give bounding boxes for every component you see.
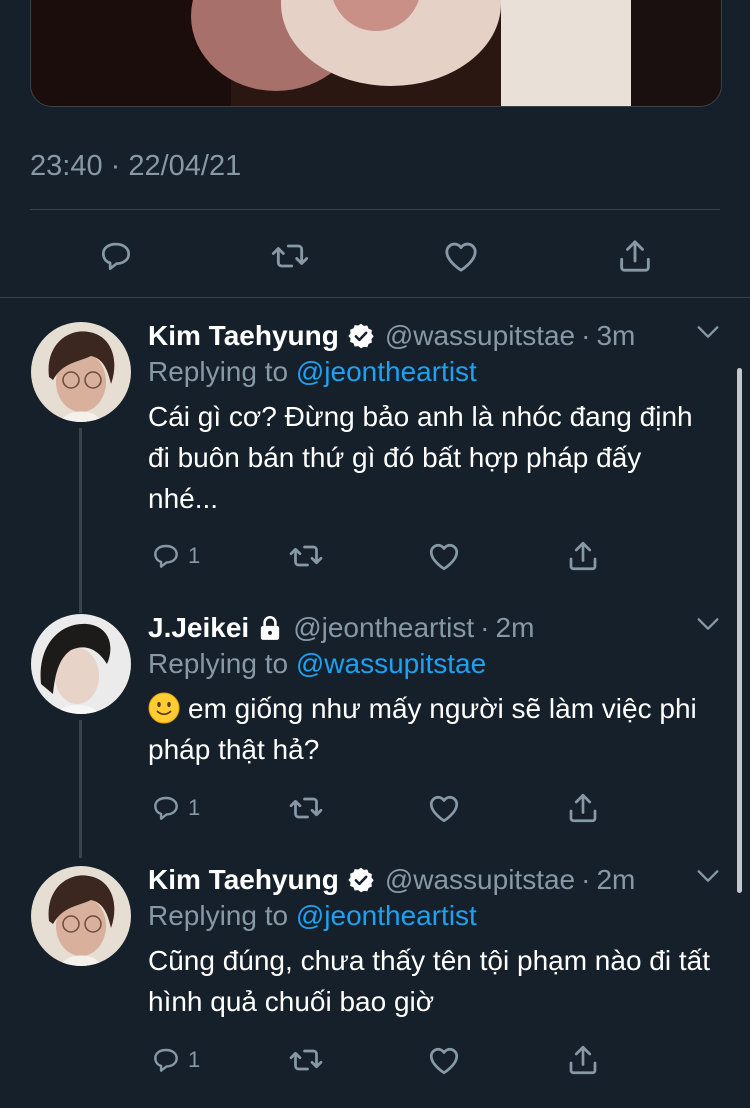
- reply-tweet[interactable]: J.Jeikei @jeontheartist · 2m Replying to…: [0, 608, 750, 858]
- like-icon: [429, 543, 459, 571]
- user-handle[interactable]: @wassupitstae: [385, 320, 575, 352]
- replying-to: Replying to @jeontheartist: [148, 900, 477, 931]
- share-button[interactable]: [565, 788, 601, 828]
- share-icon: [620, 240, 650, 272]
- retweet-button[interactable]: [262, 228, 318, 284]
- reply-text: em giống như mấy người sẽ làm việc phi p…: [148, 692, 697, 765]
- reply-tweet[interactable]: Kim Taehyung @wassupitstae · 2m Replying…: [0, 860, 750, 1090]
- reply-icon: [154, 544, 178, 568]
- reply-button[interactable]: 1: [150, 536, 200, 576]
- retweet-button[interactable]: [288, 788, 324, 828]
- avatar[interactable]: [31, 614, 131, 714]
- like-icon: [429, 795, 459, 823]
- display-name[interactable]: J.Jeikei: [148, 612, 249, 644]
- retweet-icon: [271, 244, 309, 268]
- reply-tweet[interactable]: Kim Taehyung @wassupitstae · 3m Replying…: [0, 316, 750, 613]
- retweet-icon: [289, 797, 323, 819]
- replying-to: Replying to @jeontheartist: [148, 356, 477, 387]
- reply-time: 2m: [596, 864, 636, 895]
- chevron-down-icon[interactable]: [694, 862, 722, 895]
- mention-link[interactable]: @jeontheartist: [296, 900, 477, 931]
- reply-icon: [154, 1048, 178, 1072]
- chevron-down-icon[interactable]: [694, 318, 722, 351]
- share-button[interactable]: [565, 536, 601, 576]
- reply-count: 1: [188, 543, 201, 568]
- like-button[interactable]: [426, 536, 462, 576]
- reply-button[interactable]: 1: [150, 1040, 200, 1080]
- tweet-media-image[interactable]: [30, 0, 722, 107]
- tweet-timestamp: 23:40 · 22/04/21: [30, 150, 242, 182]
- reply-text: Cái gì cơ? Đừng bảo anh là nhóc đang địn…: [148, 401, 693, 514]
- mention-link[interactable]: @jeontheartist: [296, 356, 477, 387]
- lock-icon: [257, 614, 283, 642]
- retweet-icon: [289, 1049, 323, 1071]
- reply-text: Cũng đúng, chưa thấy tên tội phạm nào đi…: [148, 945, 711, 1017]
- chevron-down-icon[interactable]: [694, 610, 722, 643]
- slightly-smiling-face-emoji: [148, 692, 180, 724]
- like-icon: [429, 1047, 459, 1075]
- display-name[interactable]: Kim Taehyung: [148, 320, 339, 352]
- verified-icon: [347, 866, 375, 894]
- tweet-action-bar: [30, 228, 720, 284]
- divider: [30, 209, 720, 210]
- mention-link[interactable]: @wassupitstae: [296, 648, 486, 679]
- reply-action-bar: 1: [148, 1040, 618, 1080]
- reply-button[interactable]: [88, 228, 144, 284]
- share-icon: [569, 541, 597, 571]
- avatar[interactable]: [31, 866, 131, 966]
- reply-time: 3m: [596, 320, 636, 351]
- like-icon: [445, 242, 477, 272]
- like-button[interactable]: [426, 788, 462, 828]
- avatar[interactable]: [31, 322, 131, 422]
- share-button[interactable]: [565, 1040, 601, 1080]
- like-button[interactable]: [433, 228, 489, 284]
- reply-time: 2m: [495, 612, 535, 643]
- reply-icon: [154, 796, 178, 820]
- thread-line: [79, 720, 82, 858]
- retweet-icon: [289, 545, 323, 567]
- reply-action-bar: 1: [148, 788, 618, 828]
- reply-icon: [101, 242, 131, 271]
- retweet-button[interactable]: [288, 536, 324, 576]
- thread-line: [79, 428, 82, 613]
- reply-count: 1: [188, 1047, 201, 1072]
- verified-icon: [347, 322, 375, 350]
- reply-action-bar: 1: [148, 536, 618, 576]
- replying-to: Replying to @wassupitstae: [148, 648, 487, 679]
- user-handle[interactable]: @wassupitstae: [385, 864, 575, 896]
- like-button[interactable]: [426, 1040, 462, 1080]
- share-icon: [569, 793, 597, 823]
- user-handle[interactable]: @jeontheartist: [293, 612, 474, 644]
- divider: [0, 297, 750, 298]
- reply-button[interactable]: 1: [150, 788, 200, 828]
- retweet-button[interactable]: [288, 1040, 324, 1080]
- scrollbar[interactable]: [737, 368, 742, 893]
- share-button[interactable]: [607, 228, 663, 284]
- reply-count: 1: [188, 795, 201, 820]
- share-icon: [569, 1045, 597, 1075]
- display-name[interactable]: Kim Taehyung: [148, 864, 339, 896]
